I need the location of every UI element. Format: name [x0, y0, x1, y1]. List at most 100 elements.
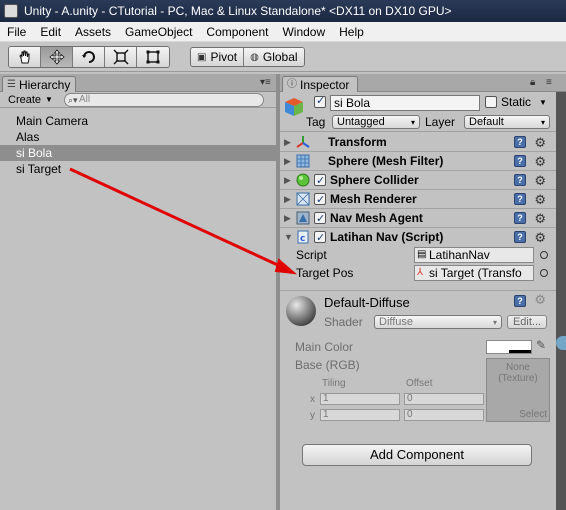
chevron-down-icon: ▾ — [410, 118, 415, 127]
gear-icon[interactable]: ⚙ — [534, 292, 546, 308]
component-enabled-checkbox[interactable] — [314, 191, 326, 210]
fold-arrow-icon[interactable]: ▶ — [284, 190, 291, 209]
object-picker-icon[interactable] — [540, 251, 548, 259]
menu-edit[interactable]: Edit — [33, 22, 68, 42]
create-dropdown[interactable]: Create ▼ — [8, 93, 53, 107]
component-transform[interactable]: ▶ Transform ? ⚙ — [280, 133, 556, 152]
gear-icon[interactable]: ⚙ — [534, 228, 546, 247]
inspector-menu-icon[interactable]: ≡ — [546, 77, 552, 88]
rect-icon — [146, 50, 160, 64]
scene-view-edge — [556, 92, 566, 510]
layer-value: Default — [469, 116, 504, 128]
fold-arrow-icon[interactable]: ▶ — [284, 209, 291, 228]
component-enabled-checkbox[interactable] — [314, 172, 326, 191]
hierarchy-tab-bar: ☰ Hierarchy ▾≡ — [0, 74, 276, 92]
tab-inspector[interactable]: ⓘ Inspector — [282, 76, 358, 92]
global-button[interactable]: ◍ Global — [243, 48, 304, 66]
main-toolbar: ▣ Pivot ◍ Global — [0, 42, 566, 72]
material-name: Default-Diffuse — [324, 295, 410, 310]
base-texture-slot[interactable]: None (Texture) Select — [486, 358, 550, 422]
gameobject-name-field[interactable]: si Bola — [330, 95, 480, 111]
menu-window[interactable]: Window — [275, 22, 332, 42]
add-component-button[interactable]: Add Component — [302, 444, 532, 466]
hierarchy-item-si-bola[interactable]: si Bola — [0, 145, 276, 161]
component-sphere-collider[interactable]: ▶ Sphere Collider ? ⚙ — [280, 171, 556, 191]
chevron-down-icon: ▾ — [492, 318, 497, 327]
texture-none-label: None — [506, 362, 530, 373]
tag-dropdown[interactable]: Untagged ▾ — [332, 115, 420, 129]
nav-mesh-agent-icon — [296, 211, 310, 225]
help-book-icon[interactable]: ? — [514, 295, 526, 307]
fold-arrow-icon[interactable]: ▼ — [284, 228, 293, 247]
static-toggle[interactable]: Static ▼ — [485, 95, 547, 109]
main-color-swatch[interactable] — [486, 340, 532, 354]
help-book-icon[interactable]: ? — [514, 174, 526, 186]
shader-label: Shader — [324, 315, 363, 329]
gameobject-active-checkbox[interactable] — [314, 94, 326, 108]
eyedropper-icon[interactable]: ✎ — [536, 338, 546, 352]
tiling-y-field[interactable]: 1 — [320, 409, 400, 421]
create-label: Create — [8, 94, 42, 106]
rect-tool-button[interactable] — [137, 47, 169, 67]
gear-icon[interactable]: ⚙ — [534, 133, 546, 152]
gear-icon[interactable]: ⚙ — [534, 171, 546, 190]
fold-arrow-icon[interactable]: ▶ — [284, 152, 291, 171]
component-latihan-nav-script[interactable]: ▼ c Latihan Nav (Script) ? ⚙ — [280, 228, 556, 248]
menu-component[interactable]: Component — [199, 22, 275, 42]
panel-menu-icon[interactable]: ▾≡ — [260, 77, 271, 88]
material-preview-sphere — [286, 296, 316, 326]
help-book-icon[interactable]: ? — [514, 212, 526, 224]
script-label: Script — [296, 248, 327, 262]
gear-icon[interactable]: ⚙ — [534, 209, 546, 228]
rotate-tool-button[interactable] — [73, 47, 105, 67]
menu-gameobject[interactable]: GameObject — [118, 22, 199, 42]
move-tool-button[interactable] — [41, 47, 73, 67]
scale-tool-button[interactable] — [105, 47, 137, 67]
tag-value: Untagged — [337, 116, 385, 128]
component-mesh-filter[interactable]: ▶ Sphere (Mesh Filter) ? ⚙ — [280, 152, 556, 171]
hierarchy-item-alas[interactable]: Alas — [0, 129, 276, 145]
component-enabled-checkbox[interactable] — [314, 229, 326, 248]
hand-tool-button[interactable] — [9, 47, 41, 67]
hierarchy-toolbar: Create ▼ ⌕▾ All — [0, 92, 276, 108]
layer-dropdown[interactable]: Default ▾ — [464, 115, 550, 129]
chevron-down-icon[interactable]: ▼ — [539, 98, 547, 107]
info-icon: ⓘ — [287, 78, 297, 90]
window-title-bar: Unity - A.unity - CTutorial - PC, Mac & … — [0, 0, 566, 22]
object-picker-icon[interactable] — [540, 269, 548, 277]
component-mesh-renderer[interactable]: ▶ Mesh Renderer ? ⚙ — [280, 190, 556, 210]
pivot-button[interactable]: ▣ Pivot — [191, 48, 244, 66]
search-icon: ⌕▾ — [68, 95, 78, 105]
transform-tools — [8, 46, 170, 68]
shader-dropdown[interactable]: Diffuse ▾ — [374, 315, 502, 329]
offset-x-field[interactable]: 0 — [404, 393, 484, 405]
component-name: Sphere (Mesh Filter) — [328, 154, 444, 168]
hierarchy-search-input[interactable]: ⌕▾ All — [64, 93, 264, 107]
hand-icon — [18, 50, 29, 64]
hierarchy-item-main-camera[interactable]: Main Camera — [0, 113, 276, 129]
help-book-icon[interactable]: ? — [514, 231, 526, 243]
help-book-icon[interactable]: ? — [514, 136, 526, 148]
inspector-tab-bar: ⓘ Inspector 🔒︎ ≡ — [280, 74, 566, 92]
component-nav-mesh-agent[interactable]: ▶ Nav Mesh Agent ? ⚙ — [280, 209, 556, 229]
static-checkbox[interactable] — [485, 96, 497, 108]
menu-file[interactable]: File — [0, 22, 33, 42]
gear-icon[interactable]: ⚙ — [534, 190, 546, 209]
fold-arrow-icon[interactable]: ▶ — [284, 171, 291, 190]
texture-select-button[interactable]: Select — [519, 409, 547, 420]
script-object-field[interactable]: ▤ LatihanNav — [414, 247, 534, 263]
offset-y-field[interactable]: 0 — [404, 409, 484, 421]
shader-edit-button[interactable]: Edit... — [507, 315, 547, 329]
fold-arrow-icon[interactable]: ▶ — [284, 133, 291, 152]
hierarchy-item-si-target[interactable]: si Target — [0, 161, 276, 177]
target-pos-object-field[interactable]: ⅄ si Target (Transfo — [414, 265, 534, 281]
gear-icon[interactable]: ⚙ — [534, 152, 546, 171]
component-enabled-checkbox[interactable] — [314, 210, 326, 229]
lock-icon[interactable]: 🔒︎ — [530, 77, 535, 88]
help-book-icon[interactable]: ? — [514, 193, 526, 205]
help-book-icon[interactable]: ? — [514, 155, 526, 167]
tab-hierarchy[interactable]: ☰ Hierarchy — [2, 76, 76, 92]
menu-help[interactable]: Help — [332, 22, 371, 42]
menu-assets[interactable]: Assets — [68, 22, 118, 42]
tiling-x-field[interactable]: 1 — [320, 393, 400, 405]
